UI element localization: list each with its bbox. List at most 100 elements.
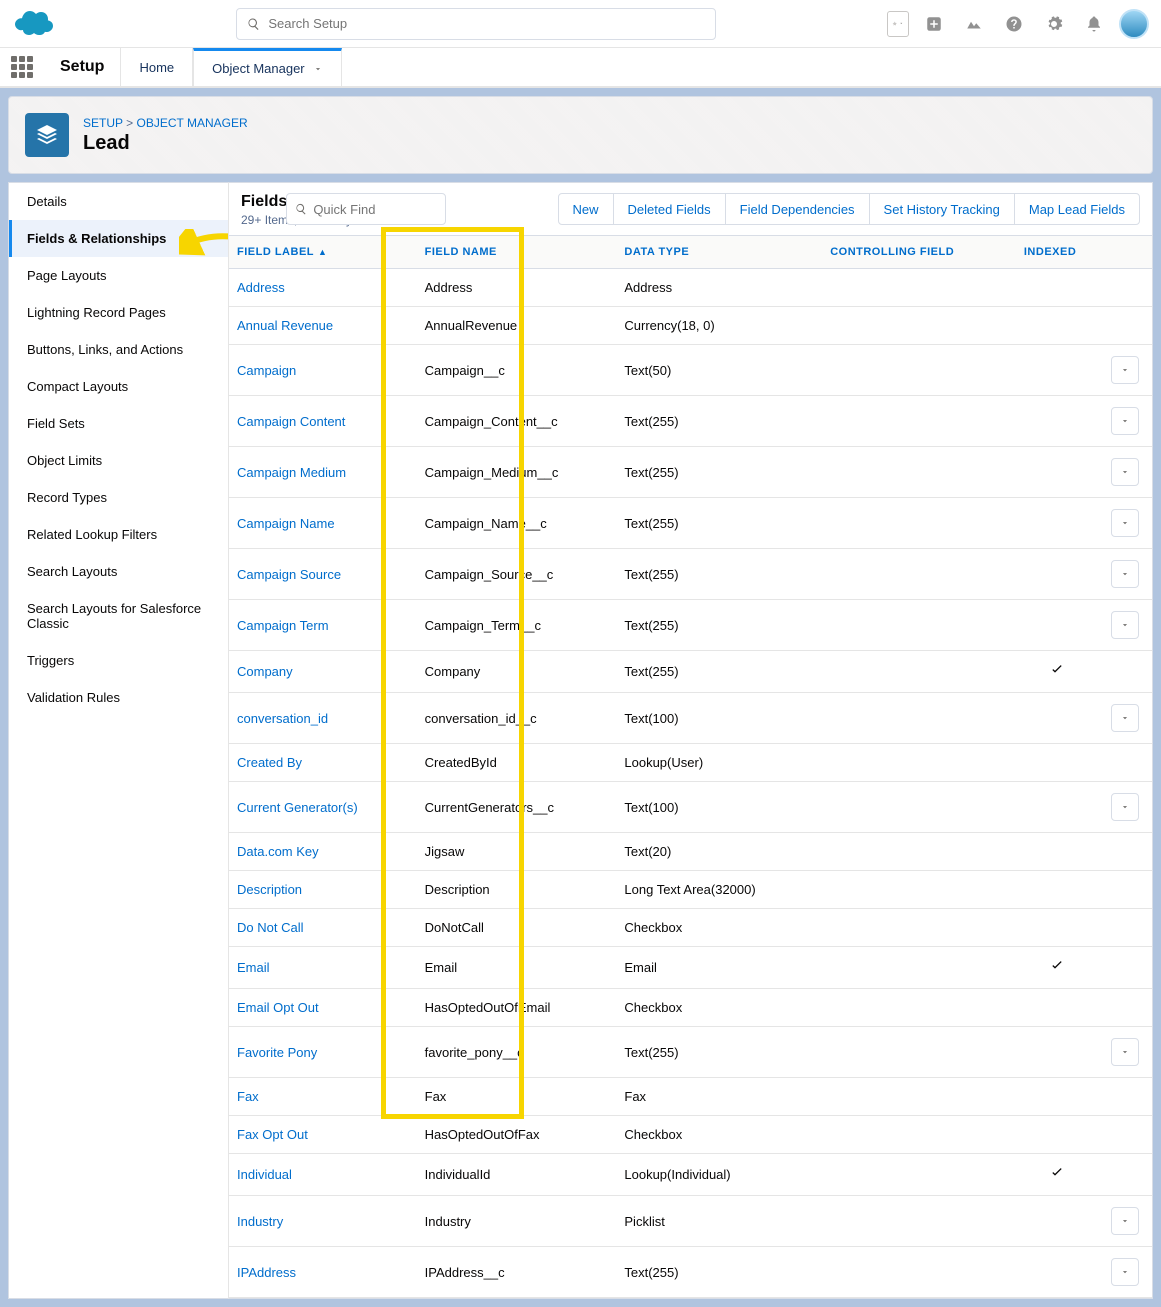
field-label-link[interactable]: Email Opt Out (237, 1000, 319, 1015)
quick-find[interactable] (286, 193, 446, 225)
sidebar-item-compact-layouts[interactable]: Compact Layouts (9, 368, 228, 405)
controlling-field-cell (822, 871, 1016, 909)
search-input[interactable] (268, 16, 705, 31)
field-label-link[interactable]: Campaign Name (237, 516, 335, 531)
field-label-link[interactable]: Favorite Pony (237, 1045, 317, 1060)
row-actions-menu[interactable] (1111, 407, 1139, 435)
row-actions-menu[interactable] (1111, 509, 1139, 537)
tab-home[interactable]: Home (120, 48, 193, 86)
indexed-cell (1016, 1078, 1099, 1116)
col-indexed[interactable]: Indexed (1016, 236, 1099, 269)
sidebar-item-page-layouts[interactable]: Page Layouts (9, 257, 228, 294)
table-row: Campaign SourceCampaign_Source__cText(25… (229, 549, 1152, 600)
notifications-button[interactable] (1079, 9, 1109, 39)
salesforce-logo[interactable] (12, 7, 56, 40)
breadcrumb-object-manager[interactable]: OBJECT MANAGER (137, 116, 248, 130)
row-actions-menu[interactable] (1111, 356, 1139, 384)
row-actions-menu[interactable] (1111, 1207, 1139, 1235)
sidebar-item-triggers[interactable]: Triggers (9, 642, 228, 679)
sidebar-item-object-limits[interactable]: Object Limits (9, 442, 228, 479)
field-label-link[interactable]: conversation_id (237, 711, 328, 726)
data-type-cell: Picklist (616, 1196, 822, 1247)
indexed-cell (1016, 396, 1099, 447)
sidebar-item-related-lookup-filters[interactable]: Related Lookup Filters (9, 516, 228, 553)
header-utility-icons (887, 9, 1149, 39)
field-label-link[interactable]: Campaign Content (237, 414, 345, 429)
controlling-field-cell (822, 1116, 1016, 1154)
sidebar-item-record-types[interactable]: Record Types (9, 479, 228, 516)
field-label-link[interactable]: Fax Opt Out (237, 1127, 308, 1142)
indexed-cell (1016, 1247, 1099, 1298)
sidebar-item-search-layouts[interactable]: Search Layouts (9, 553, 228, 590)
field-label-link[interactable]: Campaign Medium (237, 465, 346, 480)
indexed-cell (1016, 909, 1099, 947)
col-controlling-field[interactable]: Controlling Field (822, 236, 1016, 269)
controlling-field-cell (822, 782, 1016, 833)
row-actions-menu[interactable] (1111, 1258, 1139, 1286)
row-actions-menu[interactable] (1111, 704, 1139, 732)
field-label-link[interactable]: Industry (237, 1214, 283, 1229)
salesforce-help-button[interactable] (959, 9, 989, 39)
field-label-link[interactable]: Campaign Term (237, 618, 329, 633)
controlling-field-cell (822, 1027, 1016, 1078)
field-label-link[interactable]: Created By (237, 755, 302, 770)
table-row: Campaign MediumCampaign_Medium__cText(25… (229, 447, 1152, 498)
new-button[interactable]: New (559, 194, 613, 224)
field-dependencies-button[interactable]: Field Dependencies (725, 194, 869, 224)
col-field-name[interactable]: Field Name (417, 236, 617, 269)
data-type-cell: Address (616, 269, 822, 307)
sidebar-item-validation-rules[interactable]: Validation Rules (9, 679, 228, 716)
help-button[interactable] (999, 9, 1029, 39)
sidebar-item-search-layouts-for-salesforce-classic[interactable]: Search Layouts for Salesforce Classic (9, 590, 228, 642)
row-actions-menu[interactable] (1111, 793, 1139, 821)
field-name-cell: DoNotCall (417, 909, 617, 947)
indexed-cell (1016, 744, 1099, 782)
search-setup[interactable] (236, 8, 716, 40)
set-history-tracking-button[interactable]: Set History Tracking (869, 194, 1014, 224)
field-label-link[interactable]: Current Generator(s) (237, 800, 358, 815)
field-label-link[interactable]: Description (237, 882, 302, 897)
global-header (0, 0, 1161, 48)
main-content: Fields & Relationships 29+ Items, Sorted… (228, 182, 1153, 1299)
field-label-link[interactable]: Address (237, 280, 285, 295)
global-actions-button[interactable] (919, 9, 949, 39)
sidebar-item-lightning-record-pages[interactable]: Lightning Record Pages (9, 294, 228, 331)
row-actions-menu[interactable] (1111, 560, 1139, 588)
table-row: Fax Opt OutHasOptedOutOfFaxCheckbox (229, 1116, 1152, 1154)
field-label-link[interactable]: Campaign (237, 363, 296, 378)
row-actions-menu[interactable] (1111, 458, 1139, 486)
action-button-group: NewDeleted FieldsField DependenciesSet H… (558, 193, 1140, 225)
table-row: FaxFaxFax (229, 1078, 1152, 1116)
field-label-link[interactable]: Data.com Key (237, 844, 319, 859)
app-launcher[interactable] (0, 48, 44, 86)
indexed-cell (1016, 498, 1099, 549)
field-label-link[interactable]: IPAddress (237, 1265, 296, 1280)
field-label-link[interactable]: Company (237, 664, 293, 679)
user-avatar[interactable] (1119, 9, 1149, 39)
tab-object-manager[interactable]: Object Manager (193, 48, 342, 86)
quick-find-input[interactable] (313, 202, 437, 217)
field-label-link[interactable]: Fax (237, 1089, 259, 1104)
field-name-cell: CurrentGenerators__c (417, 782, 617, 833)
row-actions-menu[interactable] (1111, 1038, 1139, 1066)
waffle-icon (11, 56, 33, 78)
breadcrumb-setup[interactable]: SETUP (83, 116, 123, 130)
gear-icon (1045, 15, 1063, 33)
sidebar-item-fields-relationships[interactable]: Fields & Relationships (9, 220, 228, 257)
row-actions-menu[interactable] (1111, 611, 1139, 639)
col-field-label[interactable]: Field Label▲ (229, 236, 417, 269)
field-label-link[interactable]: Individual (237, 1167, 292, 1182)
sidebar-item-buttons-links-and-actions[interactable]: Buttons, Links, and Actions (9, 331, 228, 368)
sidebar-item-field-sets[interactable]: Field Sets (9, 405, 228, 442)
bell-icon (1085, 15, 1103, 33)
field-label-link[interactable]: Annual Revenue (237, 318, 333, 333)
field-label-link[interactable]: Email (237, 960, 270, 975)
setup-gear-button[interactable] (1039, 9, 1069, 39)
col-data-type[interactable]: Data Type (616, 236, 822, 269)
sidebar-item-details[interactable]: Details (9, 183, 228, 220)
map-lead-fields-button[interactable]: Map Lead Fields (1014, 194, 1139, 224)
favorites-button[interactable] (887, 11, 909, 37)
deleted-fields-button[interactable]: Deleted Fields (613, 194, 725, 224)
field-label-link[interactable]: Campaign Source (237, 567, 341, 582)
field-label-link[interactable]: Do Not Call (237, 920, 303, 935)
